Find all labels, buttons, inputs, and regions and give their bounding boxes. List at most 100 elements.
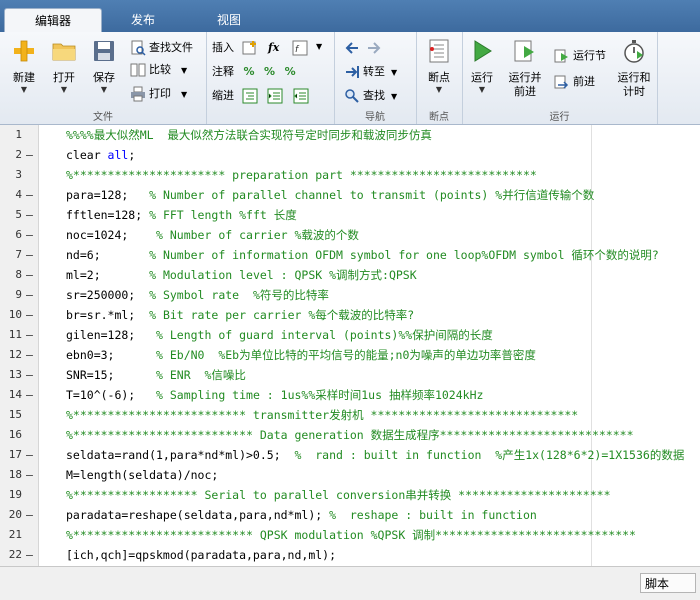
tab-publish[interactable]: 发布 (100, 8, 186, 32)
code-line[interactable]: 15 %************************* transmitter… (0, 405, 700, 425)
run-button[interactable]: 运行 ▼ (460, 38, 504, 95)
insert-section-icon (242, 41, 256, 55)
print-button[interactable]: 打印 ▼ (130, 84, 187, 104)
code-line[interactable]: 3 %********************** preparation par… (0, 165, 700, 185)
decrease-indent-icon[interactable] (293, 88, 309, 104)
find-button[interactable]: 查找 ▼ (344, 86, 397, 106)
insert-label: 插入 (212, 41, 234, 54)
breakpoint-marker[interactable]: – (26, 545, 33, 565)
insert-button[interactable]: 插入 (212, 38, 258, 58)
breakpoint-marker[interactable]: – (26, 465, 33, 485)
tab-view[interactable]: 视图 (186, 8, 272, 32)
advance-button[interactable]: 前进 (554, 72, 595, 92)
code-comment: %************************* transmitter发射… (66, 408, 579, 422)
code-line[interactable]: 16 %************************** Data gener… (0, 425, 700, 445)
breakpoint-marker[interactable]: – (26, 345, 33, 365)
code-comment: % Modulation level : QPSK %调制方式:QPSK (149, 268, 417, 282)
run-section-button[interactable]: 运行节 (554, 46, 606, 66)
breakpoint-marker[interactable]: – (26, 225, 33, 245)
code-line[interactable]: 7– nd=6; % Number of information OFDM sym… (0, 245, 700, 265)
code-comment: %****************** Serial to parallel c… (66, 488, 611, 502)
code-line[interactable]: 8– ml=2; % Modulation level : QPSK %调制方式:… (0, 265, 700, 285)
indent-button[interactable]: 缩进 (212, 86, 309, 106)
code-keyword: all (107, 148, 129, 162)
save-label: 保存 (93, 71, 115, 84)
code-line[interactable]: 17– seldata=rand(1,para*nd*ml)>0.5; % ran… (0, 445, 700, 465)
code-line[interactable]: 4– para=128; % Number of parallel channel… (0, 185, 700, 205)
open-button[interactable]: 打开 ▼ (42, 38, 86, 95)
breakpoint-marker[interactable]: – (26, 245, 33, 265)
fx-button[interactable]: fx (268, 38, 279, 58)
line-number: 9 (15, 288, 22, 301)
code-comment: % Length of guard interval (points)%%保护间… (156, 328, 493, 342)
save-button[interactable]: 保存 ▼ (82, 38, 126, 95)
uncomment-percent-icon[interactable]: % (264, 65, 275, 78)
code-line[interactable]: 19 %****************** Serial to parallel… (0, 485, 700, 505)
breakpoint-marker[interactable]: – (26, 445, 33, 465)
save-disk-icon (94, 41, 114, 61)
breakpoint-marker[interactable]: – (26, 505, 33, 525)
code-line[interactable]: 10– br=sr.*ml; % Bit rate per carrier %每个… (0, 305, 700, 325)
breakpoint-marker[interactable]: – (26, 145, 33, 165)
code-editor[interactable]: 1 %%%%最大似然ML 最大似然方法联合实现符号定时同步和载波同步仿真 2– cle… (0, 125, 700, 566)
code-line[interactable]: 9– sr=250000; % Symbol rate %符号的比特率 (0, 285, 700, 305)
code-comment: % ENR %信噪比 (156, 368, 246, 382)
code-line[interactable]: 5– fftlen=128; % FFT length %fft 长度 (0, 205, 700, 225)
code-comment: % Eb/N0 %Eb为单位比特的平均信号的能量;n0为噪声的单边功率普密度 (156, 348, 536, 362)
back-arrow-icon[interactable] (344, 40, 360, 56)
wrap-comment-icon[interactable]: % (285, 65, 296, 78)
print-dropdown-icon: ▼ (181, 90, 188, 99)
find-files-button[interactable]: 查找文件 (130, 38, 193, 58)
breakpoint-marker[interactable]: – (26, 325, 33, 345)
code-line[interactable]: 13– SNR=15; % ENR %信噪比 (0, 365, 700, 385)
code-line[interactable]: 21 %************************** QPSK modul… (0, 525, 700, 545)
run-and-advance-icon (514, 40, 534, 62)
code-line[interactable]: 22– [ich,qch]=qpskmod(paradata,para,nd,ml… (0, 545, 700, 565)
increase-indent-icon[interactable] (267, 88, 283, 104)
line-number: 13 (8, 368, 22, 381)
code-line[interactable]: 11– gilen=128; % Length of guard interval… (0, 325, 700, 345)
code-line[interactable]: 14– T=10^(-6); % Sampling time : 1us%%采样时… (0, 385, 700, 405)
breakpoint-marker[interactable]: – (26, 385, 33, 405)
comment-button[interactable]: 注释 % % % (212, 62, 296, 82)
breakpoint-marker[interactable]: – (26, 365, 33, 385)
code-text: clear all; (66, 145, 135, 165)
code-token: fftlen=128; (66, 208, 150, 222)
breakpoint-marker[interactable]: – (26, 205, 33, 225)
goto-icon (346, 66, 359, 78)
line-number: 11 (8, 328, 22, 341)
navigate-group-label: 导航 (365, 112, 385, 123)
breakpoint-marker[interactable]: – (26, 185, 33, 205)
code-line[interactable]: 18– M=length(seldata)/noc; (0, 465, 700, 485)
line-number: 15 (8, 408, 22, 421)
function-dropdown-icon[interactable]: ▼ (316, 42, 322, 51)
run-and-time-button[interactable]: 运行和 计时 (612, 38, 656, 99)
code-text: para=128; % Number of parallel channel t… (66, 185, 594, 205)
indent-label: 缩进 (212, 89, 234, 102)
goto-button[interactable]: 转至 ▼ (344, 62, 397, 82)
tab-editor[interactable]: 编辑器 (4, 8, 102, 33)
breakpoints-group: 断点 ▼ 断点 (416, 32, 463, 124)
run-dropdown-icon: ▼ (478, 85, 486, 94)
breakpoints-button[interactable]: 断点 ▼ (417, 38, 461, 95)
code-token: paradata=reshape(seldata,para,nd*ml); (66, 508, 330, 522)
code-line[interactable]: 1 %%%%最大似然ML 最大似然方法联合实现符号定时同步和载波同步仿真 (0, 125, 700, 145)
line-number: 8 (15, 268, 22, 281)
code-text: ebn0=3; % Eb/N0 %Eb为单位比特的平均信号的能量;n0为噪声的单… (66, 345, 536, 365)
breakpoint-marker[interactable]: – (26, 305, 33, 325)
function-icon[interactable]: f (292, 40, 308, 56)
new-button[interactable]: 新建 ▼ (2, 38, 46, 95)
advance-label: 前进 (573, 75, 595, 88)
forward-arrow-icon[interactable] (366, 40, 382, 56)
breakpoint-marker[interactable]: – (26, 285, 33, 305)
line-number: 22 (8, 548, 22, 561)
open-dropdown-icon: ▼ (60, 85, 68, 94)
code-line[interactable]: 20– paradata=reshape(seldata,para,nd*ml);… (0, 505, 700, 525)
code-token: SNR=15; (66, 368, 157, 382)
code-line[interactable]: 12– ebn0=3; % Eb/N0 %Eb为单位比特的平均信号的能量;n0为噪… (0, 345, 700, 365)
code-line[interactable]: 6– noc=1024; % Number of carrier %载波的个数 (0, 225, 700, 245)
breakpoint-marker[interactable]: – (26, 265, 33, 285)
code-line[interactable]: 2– clear all; (0, 145, 700, 165)
compare-button[interactable]: 比较 ▼ (130, 60, 187, 80)
run-and-advance-button[interactable]: 运行并 前进 (502, 38, 548, 99)
